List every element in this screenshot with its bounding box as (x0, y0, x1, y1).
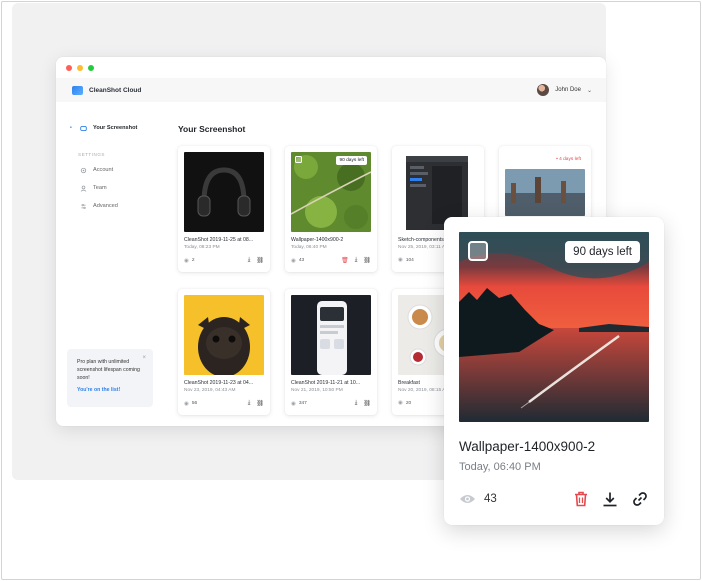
close-icon[interactable]: × (142, 354, 146, 362)
link-icon[interactable]: ⛓ (363, 257, 371, 264)
user-menu[interactable]: John Doe ⌄ (537, 84, 592, 96)
sidebar-item-label: Advanced (93, 203, 118, 209)
view-count: 20 (405, 400, 412, 406)
card-title: Wallpaper-1400x900-2 (459, 439, 596, 454)
download-icon[interactable]: ⤓ (355, 400, 358, 407)
eye-icon: ◉ (184, 257, 189, 264)
card-footer: ◉ 56 ⤓ ⛓ (184, 400, 264, 407)
expiry-badge: 90 days left (336, 156, 367, 165)
link-icon[interactable] (632, 491, 648, 507)
thumbnail-forest: 90 days left (291, 152, 371, 232)
card-footer: ◉ 43 🗑 ⤓ ⛓ (291, 257, 371, 264)
card-footer: ◉ 2 ⤓ ⛓ (184, 257, 264, 264)
expiry-note: • 4 days left (556, 157, 581, 162)
download-icon[interactable] (602, 491, 618, 507)
app-header: CleanShot Cloud John Doe ⌄ (56, 78, 606, 102)
screenshot-detail-card[interactable]: 90 days left Wallpaper-1400x900-2 Today,… (444, 217, 664, 525)
card-date: Today, 08:23 PM (184, 245, 220, 250)
screenshot-icon (80, 125, 87, 132)
link-icon[interactable]: ⛓ (363, 400, 371, 407)
download-icon[interactable]: ⤓ (248, 257, 251, 264)
team-icon (80, 185, 87, 192)
window-titlebar (56, 57, 606, 78)
promo-link[interactable]: You're on the list! (77, 386, 143, 394)
sidebar-item-account[interactable]: Account (56, 161, 166, 179)
card-date: Today, 06:40 PM (291, 245, 327, 250)
cleanshot-logo-icon (72, 85, 83, 95)
view-count: 56 (191, 401, 198, 406)
eye-icon: ◉ (398, 400, 403, 406)
select-checkbox[interactable] (295, 156, 302, 163)
eye-icon: ◉ (398, 257, 403, 263)
trash-icon[interactable] (574, 491, 588, 507)
promo-text: Pro plan with unlimited screenshot lifes… (77, 359, 140, 381)
card-date: Nov 23, 2019, 04:43 AM (184, 388, 236, 393)
user-name: John Doe (555, 87, 581, 93)
gear-icon (80, 167, 87, 174)
sidebar: • Your Screenshot SETTINGS Account Team … (56, 102, 166, 426)
page-title: Your Screenshot (178, 124, 246, 134)
eye-icon: ◉ (291, 400, 296, 407)
thumbnail-sunset-lake: 90 days left (459, 232, 649, 422)
screenshot-card[interactable]: 90 days left Wallpaper-1400x900-2 Today,… (285, 146, 377, 272)
card-date: Nov 21, 2019, 10:50 PM (291, 388, 343, 393)
trash-icon[interactable]: 🗑 (341, 257, 349, 264)
thumbnail-pug (184, 295, 264, 375)
view-count: 104 (405, 257, 414, 263)
card-title: Wallpaper-1400x900-2 (291, 237, 344, 243)
sidebar-item-advanced[interactable]: Advanced (56, 197, 166, 215)
sidebar-item-label: Your Screenshot (93, 125, 138, 131)
screenshot-card[interactable]: CleanShot 2019-11-23 at 04... Nov 23, 20… (178, 289, 270, 415)
view-count: 2 (191, 258, 195, 263)
download-icon[interactable]: ⤓ (355, 257, 358, 264)
eye-icon: ◉ (184, 400, 189, 407)
thumbnail-phone (291, 295, 371, 375)
card-title: CleanShot 2019-11-21 at 10... (291, 380, 361, 386)
card-title: CleanShot 2019-11-23 at 04... (184, 380, 254, 386)
card-footer: 43 (459, 491, 648, 507)
expiry-badge: 90 days left (565, 241, 640, 263)
thumbnail-headphones (184, 152, 264, 232)
eye-icon (459, 493, 476, 505)
link-icon[interactable]: ⛓ (256, 400, 264, 407)
sidebar-item-team[interactable]: Team (56, 179, 166, 197)
zoom-window-button[interactable] (88, 64, 94, 71)
brand[interactable]: CleanShot Cloud (72, 85, 142, 95)
minimize-window-button[interactable] (77, 64, 83, 71)
sidebar-item-label: Account (93, 167, 114, 173)
advanced-icon (80, 203, 87, 210)
card-date: Today, 06:40 PM (459, 461, 541, 473)
app-name: CleanShot Cloud (89, 86, 142, 94)
download-icon[interactable]: ⤓ (248, 400, 251, 407)
screenshot-card[interactable]: CleanShot 2019-11-21 at 10... Nov 21, 20… (285, 289, 377, 415)
select-checkbox[interactable] (468, 241, 488, 261)
card-footer: ◉ 347 ⤓ ⛓ (291, 400, 371, 407)
settings-heading: SETTINGS (78, 151, 105, 157)
card-title: CleanShot 2019-11-25 at 08... (184, 237, 254, 243)
active-indicator-icon: • (70, 125, 72, 131)
avatar (537, 84, 550, 96)
view-count: 347 (298, 401, 307, 406)
eye-icon: ◉ (291, 257, 296, 264)
card-date: Nov 25, 2019, 03:11 AM (398, 245, 450, 250)
screenshot-card[interactable]: CleanShot 2019-11-25 at 08... Today, 08:… (178, 146, 270, 272)
sidebar-item-your-screenshot[interactable]: • Your Screenshot (56, 119, 166, 137)
view-count: 43 (298, 258, 305, 263)
promo-banner: × Pro plan with unlimited screenshot lif… (67, 349, 153, 407)
chevron-down-icon: ⌄ (586, 87, 592, 94)
sidebar-item-label: Team (93, 185, 107, 191)
thumbnail-city (505, 169, 585, 216)
close-window-button[interactable] (66, 64, 72, 71)
view-count: 43 (484, 493, 497, 505)
card-date: Nov 20, 2019, 08:15 AM (398, 388, 450, 393)
link-icon[interactable]: ⛓ (256, 257, 264, 264)
